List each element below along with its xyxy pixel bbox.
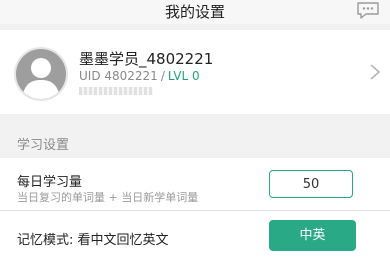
uid-text: UID 4802221 (79, 69, 158, 83)
uid-level-line: UID 4802221/LVL 0 (79, 69, 200, 83)
blurred-info-line (79, 87, 153, 95)
section-title: 学习设置 (17, 138, 70, 153)
memory-mode-row: 记忆模式: 看中文回忆英文 中英 (0, 211, 390, 260)
default-avatar-icon (16, 49, 66, 99)
memory-mode-button[interactable]: 中英 (269, 220, 356, 251)
chevron-right-icon[interactable] (368, 63, 382, 81)
daily-study-amount-row: 每日学习量 当日复习的单词量 + 当日新学单词量 (0, 158, 390, 211)
username: 墨墨学员_4802221 (79, 50, 214, 68)
daily-study-input[interactable] (269, 170, 353, 198)
page-title: 我的设置 (164, 3, 225, 21)
daily-study-description: 当日复习的单词量 + 当日新学单词量 (17, 191, 199, 204)
chat-bubble-icon[interactable] (356, 1, 380, 19)
profile-card[interactable]: 墨墨学员_4802221 UID 4802221/LVL 0 (0, 30, 390, 114)
uid-separator: / (160, 69, 165, 83)
level-badge: LVL 0 (167, 69, 200, 83)
study-settings-header: 学习设置 (0, 124, 390, 158)
top-navbar: 我的设置 (0, 0, 390, 24)
memory-mode-label: 记忆模式: 看中文回忆英文 (17, 233, 169, 248)
daily-study-label: 每日学习量 (17, 175, 83, 190)
